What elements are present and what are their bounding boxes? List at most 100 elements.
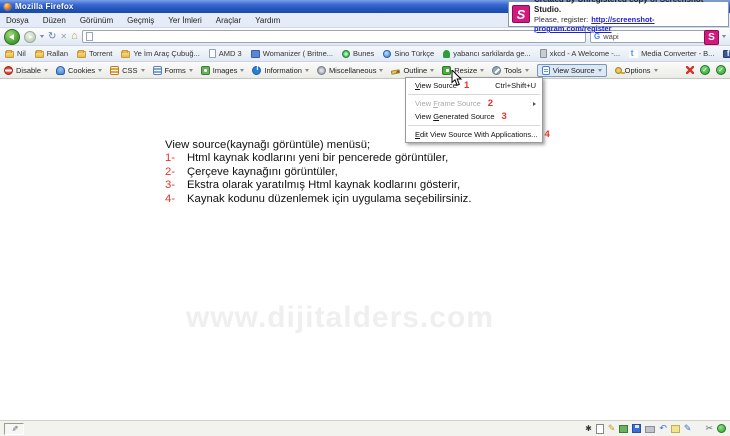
adblock-status-icon[interactable] — [585, 424, 592, 433]
menu-item-view-source[interactable]: View Source 1 Ctrl+Shift+U — [406, 79, 542, 92]
chevron-down-icon — [305, 69, 309, 72]
menu-duzen[interactable]: Düzen — [43, 16, 66, 25]
devtool-outline[interactable]: Outline — [391, 66, 434, 75]
menu-item-label: View Frame Source — [415, 99, 481, 108]
mouse-cursor-icon — [451, 70, 463, 87]
toolbar-overflow-icon[interactable] — [722, 35, 726, 38]
bookmark-label: xkcd - A Welcome -... — [550, 49, 620, 58]
web-developer-toolbar: Disable Cookies CSS Forms Images Informa… — [0, 62, 730, 79]
back-button[interactable] — [4, 29, 20, 45]
folder-icon — [35, 51, 44, 58]
screenshot-studio-logo: S — [512, 5, 530, 23]
devtool-images[interactable]: Images — [201, 66, 245, 75]
google-icon[interactable]: G — [594, 33, 600, 41]
devtool-label: Miscellaneous — [329, 66, 377, 75]
devtool-label: Information — [264, 66, 302, 75]
menu-yardim[interactable]: Yardım — [255, 16, 280, 25]
watermark-text: www.dijitalders.com — [186, 301, 546, 335]
devtool-options[interactable]: Options — [615, 66, 658, 75]
bookmark-item[interactable]: Sino Türkçe — [383, 49, 434, 58]
bookmark-item[interactable]: xkcd - A Welcome -... — [540, 49, 620, 58]
menu-item-label: Edit View Source With Applications... — [415, 130, 537, 139]
address-bar[interactable] — [82, 30, 586, 43]
history-dropdown-icon[interactable] — [40, 35, 44, 38]
bookmark-item[interactable]: Womanizer ( Britne... — [251, 49, 333, 58]
home-button[interactable] — [71, 31, 78, 42]
edit-icon[interactable] — [608, 424, 616, 433]
folder-icon — [77, 51, 86, 58]
chevron-down-icon — [240, 69, 244, 72]
lesson-text: View source(kaynağı görüntüle) menüsü; 1… — [165, 139, 471, 206]
bookmark-item[interactable]: Facebook | — [723, 49, 730, 58]
lesson-line: 4- Kaynak kodunu düzenlemek için uygulam… — [165, 193, 471, 206]
annotation-2: 2 — [488, 99, 493, 109]
page-icon — [209, 49, 216, 58]
submenu-arrow-icon — [533, 102, 536, 106]
devtool-css[interactable]: CSS — [110, 66, 144, 75]
menu-dosya[interactable]: Dosya — [6, 16, 29, 25]
devtool-information[interactable]: Information — [252, 66, 309, 75]
folder-icon — [5, 51, 14, 58]
notes-icon[interactable] — [671, 425, 680, 433]
document-icon — [540, 49, 547, 58]
write-mode-icon[interactable] — [4, 423, 24, 435]
menu-item-edit-view-source[interactable]: Edit View Source With Applications... 4 — [406, 128, 542, 141]
devtool-cookies[interactable]: Cookies — [56, 66, 102, 75]
chevron-down-icon — [379, 69, 383, 72]
save-status-icon[interactable] — [632, 424, 641, 433]
bookmark-item[interactable]: Rallan — [35, 49, 68, 58]
new-page-icon[interactable] — [596, 424, 604, 434]
valid-css-icon[interactable] — [700, 65, 710, 75]
devtool-label: Images — [213, 66, 238, 75]
devtool-view-source[interactable]: View Source — [537, 64, 607, 77]
window-title: Mozilla Firefox — [15, 2, 74, 11]
menu-item-view-generated-source[interactable]: View Generated Source 3 — [406, 110, 542, 123]
chevron-down-icon — [480, 69, 484, 72]
bookmark-item[interactable]: yabancı sarkilarda ge... — [443, 49, 531, 58]
tools-status-icon[interactable] — [705, 424, 713, 433]
compose-icon[interactable] — [684, 424, 692, 433]
menu-separator — [408, 94, 540, 95]
bookmark-item[interactable]: Media Converter - B... — [629, 49, 714, 58]
line-text: Html kaynak kodlarını yeni bir pencerede… — [187, 152, 448, 165]
devtool-label: CSS — [122, 66, 137, 75]
devtool-label: Cookies — [68, 66, 95, 75]
document-icon — [251, 50, 260, 58]
bookmark-item[interactable]: Bunes — [342, 49, 374, 58]
devtool-tools[interactable]: Tools — [492, 66, 529, 75]
menu-araclar[interactable]: Araçlar — [216, 16, 241, 25]
image-status-icon[interactable] — [619, 425, 628, 433]
online-status-icon[interactable] — [717, 424, 726, 433]
menu-item-label: View Generated Source — [415, 112, 495, 121]
bookmark-item[interactable]: AMD 3 — [209, 49, 242, 58]
refresh-button[interactable] — [48, 32, 56, 42]
devtool-miscellaneous[interactable]: Miscellaneous — [317, 66, 384, 75]
stop-button[interactable] — [60, 32, 67, 42]
close-icon[interactable] — [686, 66, 694, 74]
view-source-icon — [542, 66, 550, 75]
cookies-icon — [56, 66, 65, 75]
view-source-menu: View Source 1 Ctrl+Shift+U View Frame So… — [405, 77, 543, 143]
forward-button[interactable] — [24, 31, 36, 43]
devtool-forms[interactable]: Forms — [153, 66, 193, 75]
menu-item-view-frame-source[interactable]: View Frame Source 2 — [406, 97, 542, 110]
menu-yerimleri[interactable]: Yer İmleri — [168, 16, 202, 25]
valid-js-icon[interactable] — [716, 65, 726, 75]
menu-gorunum[interactable]: Görünüm — [80, 16, 113, 25]
chevron-down-icon — [141, 69, 145, 72]
bookmark-label: yabancı sarkilarda ge... — [453, 49, 531, 58]
bookmark-item[interactable]: Nil — [5, 49, 26, 58]
undo-icon[interactable] — [659, 424, 667, 433]
wrench-icon — [492, 66, 501, 75]
menu-gecmis[interactable]: Geçmiş — [127, 16, 154, 25]
bookmark-label: Ye İm Araç Çubuğ... — [133, 49, 199, 58]
bookmark-item[interactable]: Ye İm Araç Çubuğ... — [121, 49, 199, 58]
bookmark-label: Nil — [17, 49, 26, 58]
print-icon[interactable] — [645, 426, 655, 433]
devtool-resize[interactable]: Resize — [442, 66, 484, 75]
line-number: 1- — [165, 152, 187, 165]
bookmark-label: Sino Türkçe — [394, 49, 434, 58]
bookmark-item[interactable]: Torrent — [77, 49, 112, 58]
devtool-disable[interactable]: Disable — [4, 66, 48, 75]
chevron-down-icon — [654, 69, 658, 72]
